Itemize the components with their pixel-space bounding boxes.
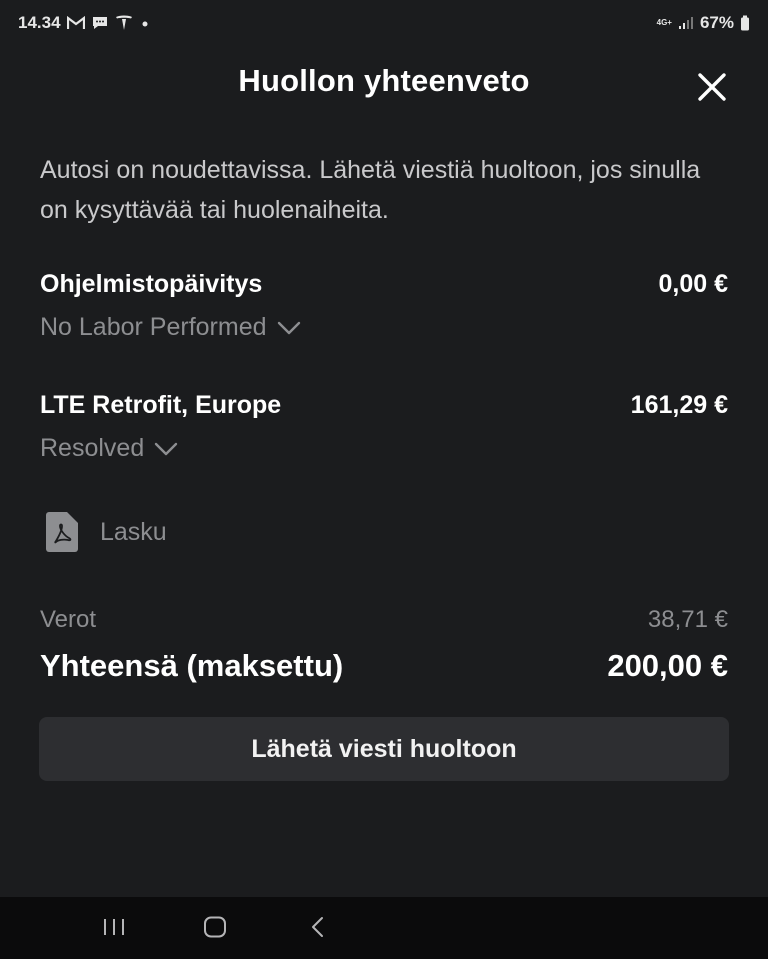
service-item-row: LTE Retrofit, Europe 161,29 € xyxy=(40,391,728,420)
service-item-status-toggle[interactable]: No Labor Performed xyxy=(40,313,301,342)
battery-percent: 67% xyxy=(699,13,734,32)
service-item-price: 0,00 € xyxy=(658,270,728,298)
page-title: Huollon yhteenveto xyxy=(238,63,530,98)
system-nav-bar xyxy=(0,897,768,959)
total-row: Yhteensä (maksettu) 200,00 € xyxy=(40,648,728,684)
service-item-price: 161,29 € xyxy=(630,391,728,419)
gmail-icon xyxy=(66,16,85,30)
recent-apps-button[interactable] xyxy=(100,915,128,944)
service-item-name: Ohjelmistopäivitys xyxy=(40,270,263,298)
home-icon xyxy=(204,916,226,938)
invoice-label: Lasku xyxy=(100,517,167,546)
tax-row: Verot 38,71 € xyxy=(40,606,728,634)
intro-text: Autosi on noudettavissa. Lähetä viestiä … xyxy=(40,156,701,224)
tax-label: Verot xyxy=(40,606,97,633)
status-bar: 14.34 4G+ 67% xyxy=(0,0,768,46)
chevron-down-icon xyxy=(277,321,300,334)
back-button[interactable] xyxy=(306,915,330,944)
service-item-status-toggle[interactable]: Resolved xyxy=(40,434,178,463)
chevron-down-icon xyxy=(155,442,178,455)
send-message-button[interactable]: Lähetä viesti huoltoon xyxy=(39,717,729,781)
signal-icon xyxy=(678,16,694,30)
total-label: Yhteensä (maksettu) xyxy=(40,648,344,683)
service-item-status: Resolved xyxy=(40,434,145,462)
notification-dot-icon xyxy=(139,17,151,29)
invoice-link[interactable]: Lasku xyxy=(46,512,167,552)
back-icon xyxy=(312,917,323,937)
service-item-status: No Labor Performed xyxy=(40,313,267,341)
service-item-row: Ohjelmistopäivitys 0,00 € xyxy=(40,270,728,299)
service-item-name: LTE Retrofit, Europe xyxy=(40,391,282,419)
chat-icon xyxy=(91,15,109,31)
status-left: 14.34 xyxy=(18,13,151,33)
network-type-icon: 4G+ xyxy=(656,18,672,27)
header: Huollon yhteenveto xyxy=(0,55,768,111)
status-time: 14.34 xyxy=(18,13,61,32)
close-button[interactable] xyxy=(694,69,730,105)
status-right: 4G+ 67% xyxy=(657,13,750,33)
battery-icon xyxy=(740,15,750,31)
recent-apps-icon xyxy=(104,919,124,935)
total-value: 200,00 € xyxy=(607,648,728,683)
home-button[interactable] xyxy=(202,915,228,944)
close-icon xyxy=(698,73,726,101)
tesla-icon xyxy=(115,15,133,31)
tax-value: 38,71 € xyxy=(647,606,728,633)
pdf-icon xyxy=(46,512,78,552)
